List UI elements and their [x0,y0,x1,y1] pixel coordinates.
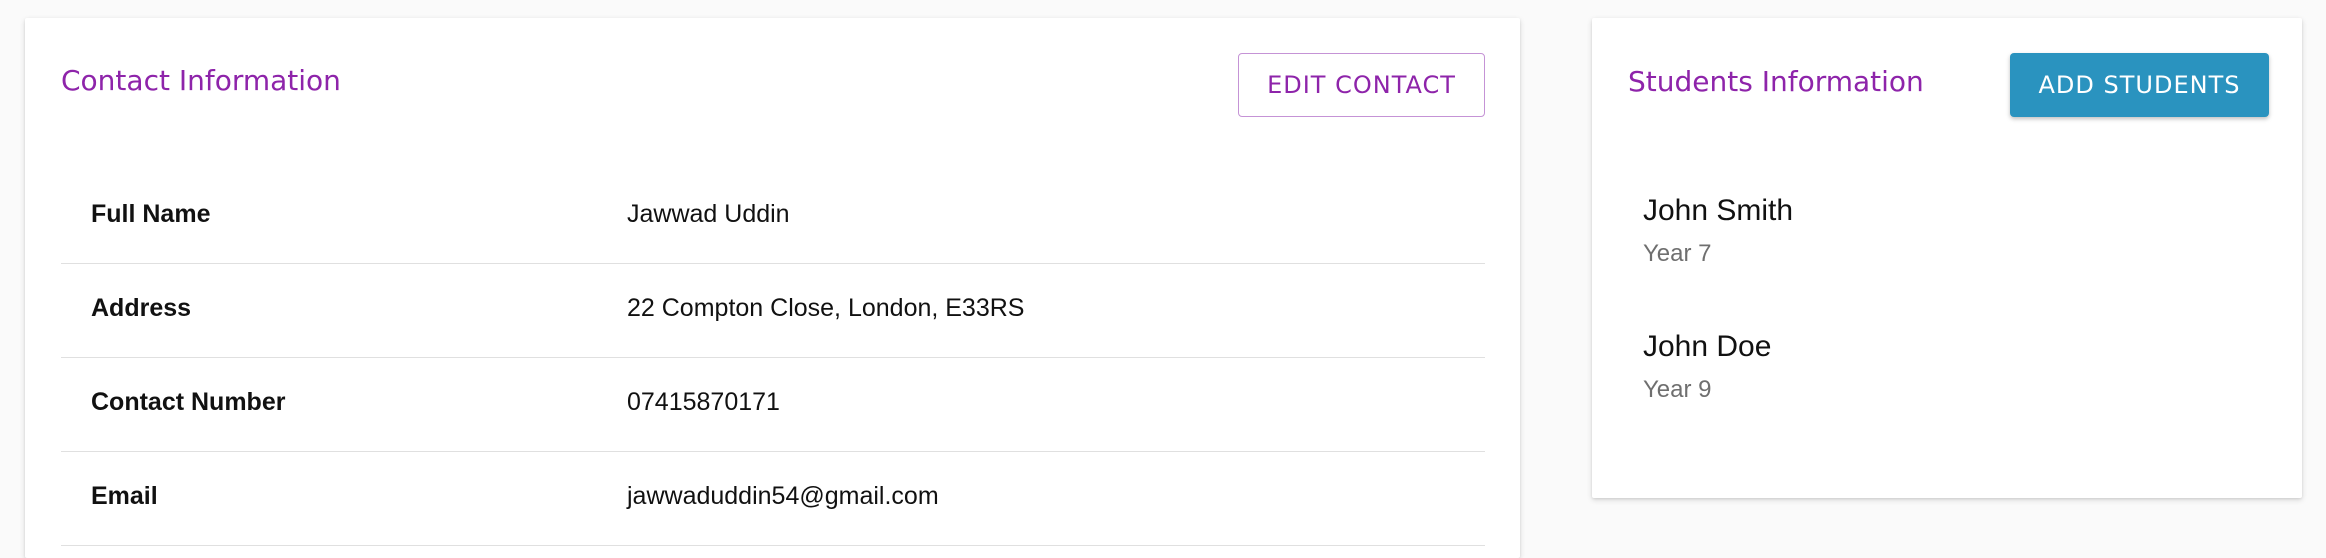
student-year: Year 7 [1643,240,1712,267]
email-value: jawwaduddin54@gmail.com [627,482,939,510]
email-label: Email [91,482,158,510]
student-list: John Smith Year 7 John Doe Year 9 [1592,194,2302,466]
students-information-title: Students Information [1628,65,1924,98]
table-row-full-name: Full Name Jawwad Uddin [61,170,1485,264]
student-name: John Doe [1643,330,1772,363]
list-item-student[interactable]: John Doe Year 9 [1592,330,2302,466]
table-row-contact-number: Contact Number 07415870171 [61,358,1485,452]
student-year: Year 9 [1643,376,1712,403]
contact-number-label: Contact Number [91,388,286,416]
contact-number-value: 07415870171 [627,388,780,416]
students-information-card: Students Information ADD STUDENTS John S… [1592,18,2302,498]
table-row-email: Email jawwaduddin54@gmail.com [61,452,1485,546]
table-row-address: Address 22 Compton Close, London, E33RS [61,264,1485,358]
full-name-label: Full Name [91,200,211,228]
address-value: 22 Compton Close, London, E33RS [627,294,1025,322]
address-label: Address [91,294,192,322]
contact-information-title: Contact Information [61,64,341,97]
list-item-student[interactable]: John Smith Year 7 [1592,194,2302,330]
add-students-button[interactable]: ADD STUDENTS [2010,53,2269,117]
full-name-value: Jawwad Uddin [627,200,790,228]
contact-information-card: Contact Information EDIT CONTACT Full Na… [25,18,1520,558]
edit-contact-button[interactable]: EDIT CONTACT [1238,53,1485,117]
student-name: John Smith [1643,194,1794,227]
contact-details-table: Full Name Jawwad Uddin Address 22 Compto… [61,170,1485,546]
